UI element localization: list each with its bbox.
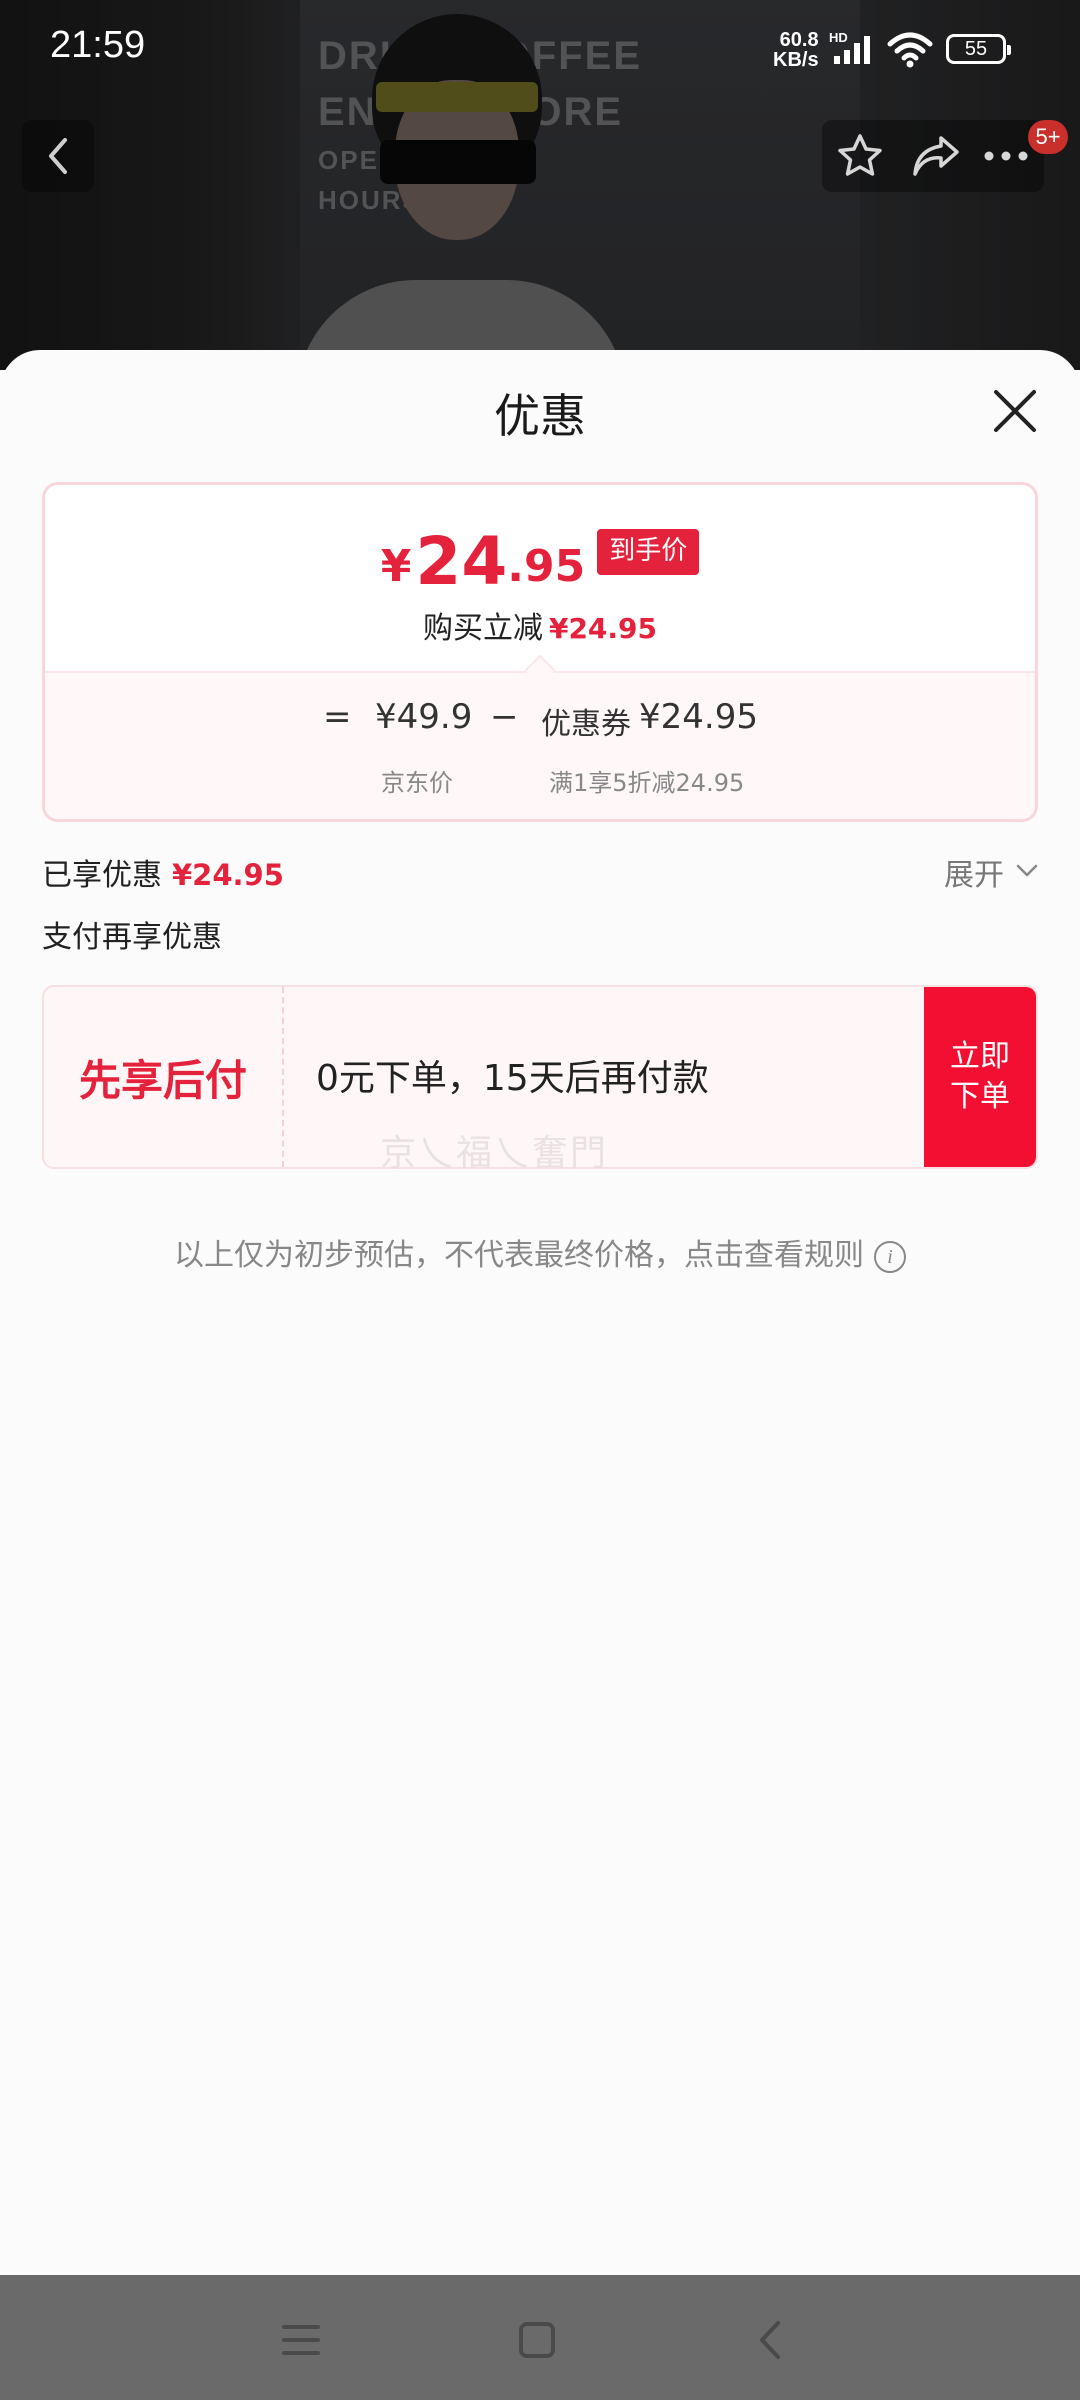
back-button[interactable] [22,120,94,192]
header-actions [822,120,1044,192]
price-decimal: .95 [507,541,586,592]
chevron-down-icon[interactable] [1016,864,1038,878]
instant-reduction-value: ¥24.95 [548,612,658,645]
instant-reduction: 购买立减 ¥24.95 [45,603,1035,647]
order-now-line2: 下单 [950,1079,1010,1114]
jd-price-value: ¥49.9 [375,697,473,737]
network-speed: 60.8 KB/s [773,30,819,70]
favorite-button[interactable] [832,128,888,184]
expand-button[interactable]: 展开 [944,850,1004,894]
final-price-tag: 到手价 [597,529,700,575]
back-icon[interactable] [746,2315,796,2365]
order-now-line1: 立即 [950,1039,1010,1074]
chevron-left-icon [49,138,67,174]
info-icon[interactable]: i [874,1240,906,1273]
home-icon[interactable] [512,2315,562,2365]
price-integer: 24 [415,523,508,600]
watermark: 京乀福乀奮門 [380,1133,609,1174]
discount-sheet: 优惠 ¥ 24 .95 到手价 购买立减 ¥24.95 = ¥49.9 − 优惠券… [0,350,1080,2275]
coupon-label: 优惠券 [541,707,631,742]
rules-notice[interactable]: 以上仅为初步预估，不代表最终价格，点击查看规则 i [0,1230,1080,1274]
bnpl-title: 先享后付 [44,987,284,1167]
price-card: ¥ 24 .95 到手价 购买立减 ¥24.95 = ¥49.9 − 优惠券 ¥2… [42,482,1038,822]
network-speed-unit: KB/s [773,49,819,71]
status-bar: 21:59 60.8 KB/s HD 55 [0,0,1080,100]
more-dots-icon [984,151,1028,161]
system-navigation-bar [0,2275,1080,2400]
enjoyed-discount: 已享优惠 ¥24.95 [42,850,284,894]
close-button[interactable] [990,386,1040,436]
share-button[interactable] [908,128,964,184]
share-icon [913,136,959,176]
breakdown-formula: = ¥49.9 − 优惠券 ¥24.95 [45,697,1035,747]
message-count-badge: 5+ [1028,120,1068,154]
close-icon [994,390,1036,432]
jd-price-label: 京东价 [381,769,453,797]
battery-indicator: 55 [946,34,1011,64]
status-time: 21:59 [50,24,146,66]
rules-notice-text: 以上仅为初步预估，不代表最终价格，点击查看规则 [174,1238,864,1273]
final-price: ¥ 24 .95 到手价 [45,529,1035,595]
enjoyed-discount-label: 已享优惠 [42,858,162,893]
price-currency: ¥ [380,541,412,592]
more-button[interactable] [978,128,1034,184]
order-now-button[interactable]: 立即 下单 [924,987,1036,1167]
sheet-title: 优惠 [494,389,586,443]
cell-signal-icon [834,36,870,64]
coupon-note: 满1享5折减24.95 [549,769,745,797]
star-icon [838,134,882,176]
wifi-icon [887,32,933,68]
instant-reduction-label: 购买立减 [422,611,543,646]
network-speed-value: 60.8 [779,29,819,51]
equals-sign: = [323,697,352,737]
pay-more-discount-heading: 支付再享优惠 [42,920,222,955]
minus-sign: − [490,697,519,737]
enjoyed-discount-value: ¥24.95 [172,858,284,892]
bnpl-description: 0元下单，15天后再付款 [316,1058,709,1099]
menu-icon[interactable] [276,2315,326,2365]
coupon-value: ¥24.95 [639,697,758,737]
